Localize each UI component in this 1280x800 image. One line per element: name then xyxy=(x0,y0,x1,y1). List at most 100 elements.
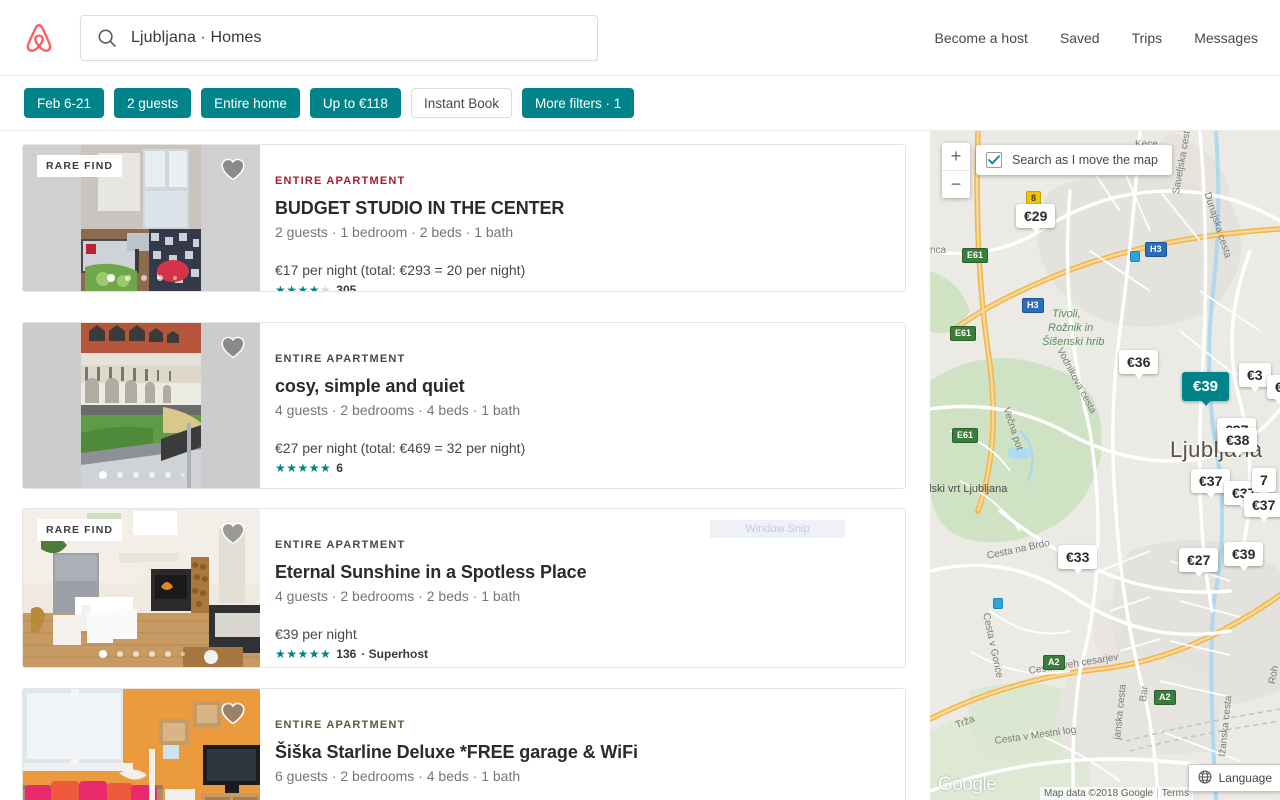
transit-marker-icon xyxy=(1130,251,1140,262)
review-count: 6 xyxy=(336,461,343,475)
map-price-marker[interactable]: €37 xyxy=(1244,493,1280,522)
carousel-dot[interactable] xyxy=(124,275,131,281)
road-shield-e61: E61 xyxy=(952,428,979,443)
map-price-marker[interactable]: €39 xyxy=(1224,542,1264,571)
map-zoom-controls[interactable]: + − xyxy=(942,143,970,198)
listing-title[interactable]: Šiška Starline Deluxe *FREE garage & WiF… xyxy=(275,742,905,763)
nav-messages[interactable]: Messages xyxy=(1194,30,1258,46)
attribution-divider: | xyxy=(1156,788,1159,799)
carousel-dot[interactable] xyxy=(172,276,177,280)
filter-pill-guests[interactable]: 2 guests xyxy=(114,88,192,118)
listing-rating: ★★★★★ 6 xyxy=(275,461,905,475)
filter-pill-instant-book[interactable]: Instant Book xyxy=(410,88,513,118)
search-as-i-move-toggle[interactable]: Search as I move the map xyxy=(976,145,1172,175)
map-language-label: Language xyxy=(1218,771,1272,785)
map-price-marker[interactable]: €36 xyxy=(1119,350,1159,379)
filter-pill-more-filters[interactable]: More filters · 1 xyxy=(522,88,635,118)
map-price-marker[interactable]: €33 xyxy=(1058,545,1098,574)
listing-title[interactable]: cosy, simple and quiet xyxy=(275,376,905,397)
search-results-list: RARE FIND ENTIRE APARTMENT BUDGET STUDIO… xyxy=(0,131,930,800)
listing-meta: 4 guests · 2 bedrooms · 4 beds · 1 bath xyxy=(275,402,521,418)
carousel-dot[interactable] xyxy=(116,472,123,478)
carousel-dot[interactable] xyxy=(164,472,171,478)
heart-icon[interactable] xyxy=(220,521,246,545)
listing-details: ENTIRE APARTMENT Šiška Starline Deluxe *… xyxy=(260,689,905,800)
carousel-dot[interactable] xyxy=(148,472,155,478)
filter-bar: Feb 6-21 2 guests Entire home Up to €118… xyxy=(0,76,1280,131)
carousel-dot[interactable] xyxy=(180,473,185,477)
listing-card[interactable]: ENTIRE APARTMENT Šiška Starline Deluxe *… xyxy=(22,688,906,800)
listing-meta: 4 guests · 2 bedrooms · 2 beds · 1 bath xyxy=(275,588,521,604)
map-tiles xyxy=(930,131,1280,800)
road-shield-a2: A2 xyxy=(1154,690,1176,705)
filter-pill-home-type[interactable]: Entire home xyxy=(201,88,300,118)
listing-photo[interactable]: RARE FIND xyxy=(23,509,260,667)
heart-icon[interactable] xyxy=(220,335,246,359)
carousel-dot[interactable] xyxy=(106,274,115,282)
carousel-dot[interactable] xyxy=(148,651,155,657)
map-price-marker[interactable]: €27 xyxy=(1179,548,1219,577)
map-price-marker[interactable]: €38 xyxy=(1218,428,1258,457)
review-count: 305 xyxy=(336,283,357,292)
heart-icon[interactable] xyxy=(220,157,246,181)
filter-pill-price[interactable]: Up to €118 xyxy=(309,88,401,118)
zoom-out-button[interactable]: − xyxy=(942,171,970,198)
listing-meta: 2 guests · 1 bedroom · 2 beds · 1 bath xyxy=(275,224,514,240)
map-terms-link[interactable]: Terms xyxy=(1162,788,1189,799)
map-data-text: Map data ©2018 Google xyxy=(1044,788,1154,799)
app-header: Ljubljana · Homes Become a host Saved Tr… xyxy=(0,0,1280,76)
listing-title[interactable]: Eternal Sunshine in a Spotless Place xyxy=(275,562,905,583)
listing-card[interactable]: RARE FIND ENTIRE APARTMENT BUDGET STUDIO… xyxy=(22,144,906,292)
road-shield-e61: E61 xyxy=(950,326,977,341)
window-snip-overlay: Window Snip xyxy=(710,520,845,538)
heart-icon[interactable] xyxy=(220,701,246,725)
star-rating-icon: ★★★★★ xyxy=(275,461,332,475)
carousel-dot[interactable] xyxy=(164,651,171,657)
airbnb-logo-icon[interactable] xyxy=(22,21,56,55)
carousel-dot[interactable] xyxy=(180,652,185,656)
map-attribution: Map data ©2018 Google | Terms xyxy=(1040,787,1193,800)
carousel-dot[interactable] xyxy=(140,275,147,281)
listing-type: ENTIRE APARTMENT xyxy=(275,539,406,551)
zoom-in-button[interactable]: + xyxy=(942,143,970,170)
header-nav: Become a host Saved Trips Messages xyxy=(935,30,1259,46)
carousel-dot[interactable] xyxy=(98,650,107,658)
listing-price: €17 per night (total: €293 = 20 per nigh… xyxy=(275,262,526,278)
map-price-marker-selected[interactable]: €39 xyxy=(1182,372,1230,406)
review-count: 136 xyxy=(336,647,357,661)
nav-saved[interactable]: Saved xyxy=(1060,30,1100,46)
listing-type: ENTIRE APARTMENT xyxy=(275,175,406,187)
map-price-marker[interactable]: 7 xyxy=(1252,468,1276,497)
carousel-dot[interactable] xyxy=(156,275,163,281)
listing-card[interactable]: RARE FIND ENTIRE APARTMENT Eternal Sunsh… xyxy=(22,508,906,668)
listing-photo[interactable] xyxy=(23,323,260,488)
map-price-marker[interactable]: € xyxy=(1267,375,1280,404)
listing-details: ENTIRE APARTMENT Eternal Sunshine in a S… xyxy=(260,509,905,667)
road-shield-h3: H3 xyxy=(1022,298,1044,313)
carousel-dot[interactable] xyxy=(132,472,139,478)
listing-photo[interactable]: RARE FIND xyxy=(23,145,260,291)
search-query-text: Ljubljana · Homes xyxy=(131,28,262,46)
listing-details: ENTIRE APARTMENT BUDGET STUDIO IN THE CE… xyxy=(260,145,905,291)
listing-card[interactable]: ENTIRE APARTMENT cosy, simple and quiet … xyxy=(22,322,906,489)
transit-marker-icon xyxy=(993,598,1003,609)
search-input[interactable]: Ljubljana · Homes xyxy=(80,14,598,61)
photo-carousel-dots[interactable] xyxy=(23,650,260,658)
filter-pill-dates[interactable]: Feb 6-21 xyxy=(24,88,105,118)
photo-carousel-dots[interactable] xyxy=(23,274,260,282)
listing-photo[interactable] xyxy=(23,689,260,800)
nav-become-a-host[interactable]: Become a host xyxy=(935,30,1028,46)
carousel-dot[interactable] xyxy=(98,471,107,479)
nav-trips[interactable]: Trips xyxy=(1132,30,1163,46)
map-price-marker[interactable]: €3 xyxy=(1239,363,1271,392)
listing-title[interactable]: BUDGET STUDIO IN THE CENTER xyxy=(275,198,905,219)
carousel-dot[interactable] xyxy=(132,651,139,657)
checkbox-checked-icon[interactable] xyxy=(986,152,1002,168)
map-language-button[interactable]: Language xyxy=(1187,764,1280,792)
carousel-dot[interactable] xyxy=(116,651,123,657)
map-price-marker[interactable]: €29 xyxy=(1016,204,1056,233)
search-icon xyxy=(97,28,117,48)
photo-carousel-dots[interactable] xyxy=(23,471,260,479)
map-panel[interactable]: + − Search as I move the map E61 E61 E61… xyxy=(930,131,1280,800)
star-rating-icon: ★★★★★ xyxy=(275,283,332,292)
